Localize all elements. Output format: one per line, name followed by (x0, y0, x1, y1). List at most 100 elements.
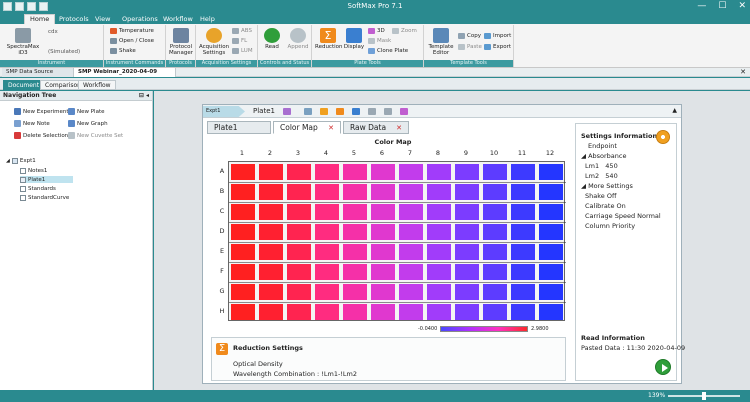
column-header[interactable]: 1 (228, 149, 256, 157)
settings-gear-icon[interactable] (656, 130, 670, 144)
column-header[interactable]: 5 (340, 149, 368, 157)
reduction-button[interactable]: Σ Reduction (315, 28, 343, 50)
tab-home[interactable]: Home (24, 14, 56, 24)
well-D11[interactable] (511, 224, 535, 240)
tab-help[interactable]: Help (195, 14, 220, 24)
well-A3[interactable] (287, 164, 311, 180)
read-button[interactable]: Read (261, 28, 283, 50)
well-D5[interactable] (343, 224, 367, 240)
more-settings-group[interactable]: ◢ More Settings (581, 182, 633, 190)
zoom-icon[interactable] (304, 108, 312, 115)
column-header[interactable]: 7 (396, 149, 424, 157)
well-B9[interactable] (455, 184, 479, 200)
column-header[interactable]: 2 (256, 149, 284, 157)
row-header[interactable]: G (217, 287, 227, 295)
tree-item-expt1[interactable]: ◢ Expt1 (6, 157, 36, 164)
absorbance-group[interactable]: ◢ Absorbance (581, 152, 627, 160)
acquisition-settings-button[interactable]: Acquisition Settings (198, 28, 230, 56)
well-F12[interactable] (539, 264, 563, 280)
well-C10[interactable] (483, 204, 507, 220)
pin-icon[interactable]: ⊟ ◂ (139, 91, 149, 101)
well-H4[interactable] (315, 304, 339, 320)
close-window-button[interactable]: ✕ (738, 1, 746, 11)
breadcrumb-expt[interactable]: Expt1 (203, 106, 245, 117)
copy-button[interactable]: Copy (458, 33, 481, 39)
well-G7[interactable] (399, 284, 423, 300)
well-D4[interactable] (315, 224, 339, 240)
well-C5[interactable] (343, 204, 367, 220)
well-D9[interactable] (455, 224, 479, 240)
new-graph-button[interactable]: New Graph (68, 120, 108, 127)
well-C1[interactable] (231, 204, 255, 220)
well-F9[interactable] (455, 264, 479, 280)
well-A5[interactable] (343, 164, 367, 180)
well-E4[interactable] (315, 244, 339, 260)
well-E2[interactable] (259, 244, 283, 260)
close-document-icon[interactable]: ✕ (740, 68, 746, 77)
row-header[interactable]: B (217, 187, 227, 195)
column-header[interactable]: 12 (536, 149, 564, 157)
tab-raw-data[interactable]: Raw Data ✕ (343, 121, 409, 134)
sigma-icon[interactable] (336, 108, 344, 115)
column-header[interactable]: 10 (480, 149, 508, 157)
well-G10[interactable] (483, 284, 507, 300)
well-D3[interactable] (287, 224, 311, 240)
well-E11[interactable] (511, 244, 535, 260)
maximize-button[interactable]: ☐ (718, 1, 726, 11)
zoom-plate-icon[interactable] (384, 108, 392, 115)
well-F1[interactable] (231, 264, 255, 280)
doc-tab-data-source[interactable]: SMP Data Source (2, 68, 74, 77)
well-G11[interactable] (511, 284, 535, 300)
row-header[interactable]: E (217, 247, 227, 255)
well-F3[interactable] (287, 264, 311, 280)
well-G9[interactable] (455, 284, 479, 300)
well-F5[interactable] (343, 264, 367, 280)
well-B12[interactable] (539, 184, 563, 200)
well-B11[interactable] (511, 184, 535, 200)
mode-abs[interactable]: ABS (232, 28, 252, 34)
well-H6[interactable] (371, 304, 395, 320)
well-H10[interactable] (483, 304, 507, 320)
minimize-button[interactable]: — (697, 1, 706, 11)
tab-plate1[interactable]: Plate1 (207, 121, 271, 134)
well-grid[interactable] (228, 161, 566, 321)
well-H11[interactable] (511, 304, 535, 320)
row-header[interactable]: D (217, 227, 227, 235)
new-note-button[interactable]: New Note (14, 120, 50, 127)
well-B5[interactable] (343, 184, 367, 200)
mode-fl[interactable]: FL (232, 38, 247, 44)
well-G2[interactable] (259, 284, 283, 300)
display-button[interactable]: Display (343, 28, 365, 50)
tree-item-plate1[interactable]: Plate1 (20, 176, 74, 183)
well-A1[interactable] (231, 164, 255, 180)
well-D2[interactable] (259, 224, 283, 240)
delete-selection-button[interactable]: Delete Selection (14, 132, 68, 139)
tab-view[interactable]: View (90, 14, 115, 24)
mask-button[interactable]: Mask (368, 38, 391, 44)
well-A6[interactable] (371, 164, 395, 180)
well-B4[interactable] (315, 184, 339, 200)
reduction-settings-box[interactable]: Σ Reduction Settings Optical Density Wav… (211, 337, 566, 381)
well-H8[interactable] (427, 304, 451, 320)
well-H3[interactable] (287, 304, 311, 320)
close-tab-icon[interactable]: ✕ (396, 122, 402, 134)
well-G3[interactable] (287, 284, 311, 300)
well-B10[interactable] (483, 184, 507, 200)
well-C8[interactable] (427, 204, 451, 220)
well-F4[interactable] (315, 264, 339, 280)
well-D6[interactable] (371, 224, 395, 240)
well-D7[interactable] (399, 224, 423, 240)
well-G12[interactable] (539, 284, 563, 300)
well-F8[interactable] (427, 264, 451, 280)
well-A12[interactable] (539, 164, 563, 180)
well-E12[interactable] (539, 244, 563, 260)
temperature-button[interactable]: Temperature (110, 28, 154, 34)
well-H2[interactable] (259, 304, 283, 320)
well-G8[interactable] (427, 284, 451, 300)
tab-workflow[interactable]: Workflow (158, 14, 198, 24)
well-F11[interactable] (511, 264, 535, 280)
well-A11[interactable] (511, 164, 535, 180)
well-E7[interactable] (399, 244, 423, 260)
well-G5[interactable] (343, 284, 367, 300)
well-A8[interactable] (427, 164, 451, 180)
